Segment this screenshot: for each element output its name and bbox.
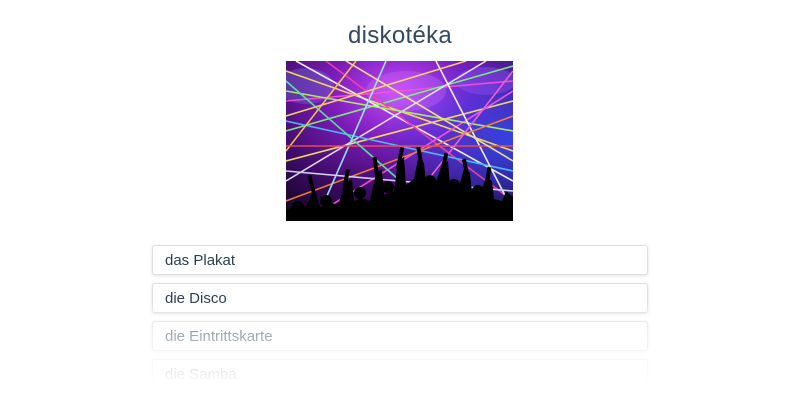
answer-option-label: die Disco xyxy=(165,289,227,307)
answer-option[interactable]: die Eintrittskarte xyxy=(152,321,648,351)
answer-option[interactable]: die Samba xyxy=(152,359,648,389)
answer-options: das Plakat die Disco die Eintrittskarte … xyxy=(152,245,648,397)
answer-option-label: die Samba xyxy=(165,365,237,383)
question-title: diskotéka xyxy=(347,22,453,49)
quiz-page: diskotéka das Plakat die Disco die Eintr… xyxy=(0,0,800,400)
answer-option[interactable]: das Plakat xyxy=(152,245,648,275)
answer-option-label: das Plakat xyxy=(165,251,236,269)
answer-option[interactable]: die Disco xyxy=(152,283,648,313)
question-image xyxy=(286,61,513,221)
answer-option-label: die Eintrittskarte xyxy=(165,327,273,345)
